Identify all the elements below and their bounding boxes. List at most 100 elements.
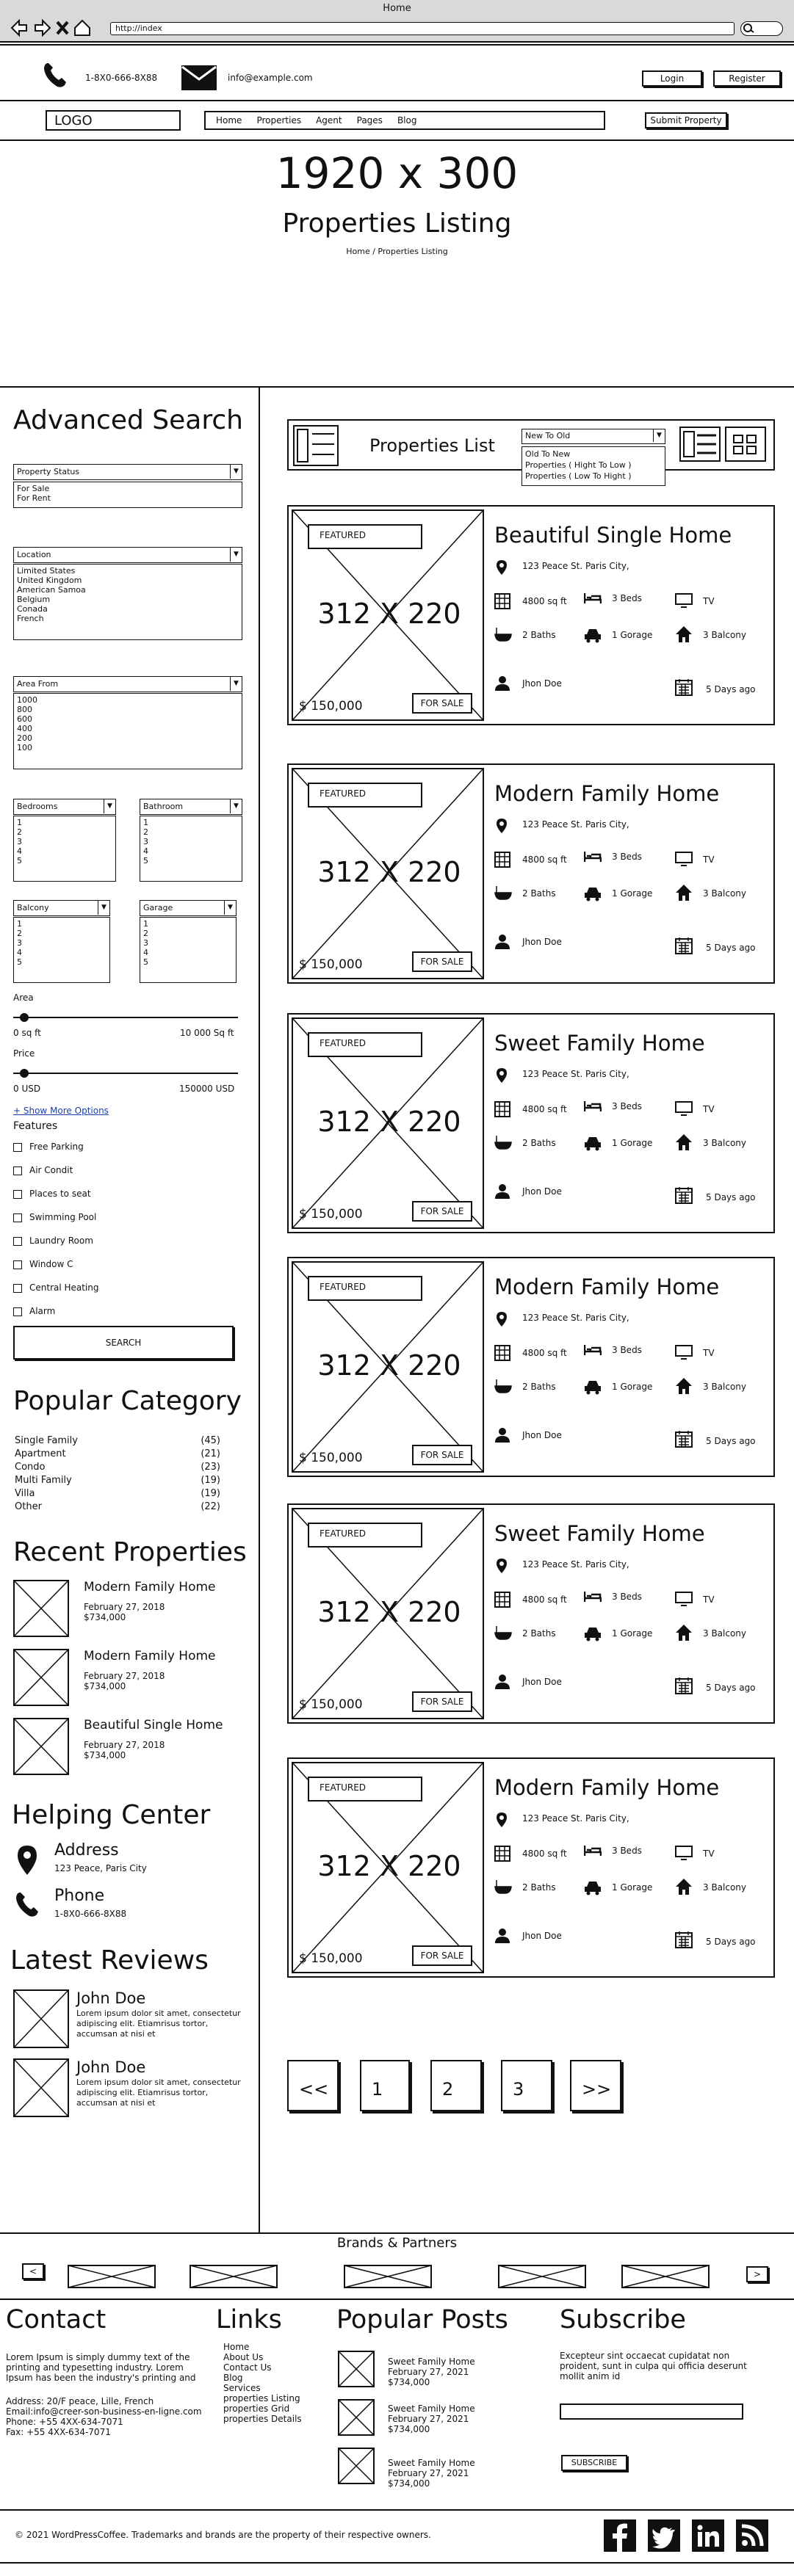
option[interactable]: 600 (17, 714, 239, 724)
footer-phone[interactable]: Phone: +55 4XX-634-7071 (6, 2417, 219, 2427)
brand-logo[interactable] (68, 2265, 156, 2288)
nav-item-home[interactable]: Home (216, 115, 242, 128)
option[interactable]: 5 (143, 856, 239, 866)
footer-link[interactable]: About Us (223, 2352, 302, 2362)
bathroom-select[interactable]: Bathroom ▼ (140, 799, 242, 815)
option[interactable]: United Kingdom (17, 576, 239, 585)
area-select[interactable]: Area From ▼ (13, 676, 242, 692)
recent-item-title[interactable]: Modern Family Home (84, 1580, 216, 1594)
option[interactable]: 1 (17, 919, 107, 929)
option[interactable]: 3 (17, 837, 112, 846)
pagination-page-2[interactable]: 2 (430, 2060, 482, 2111)
nav-item-agent[interactable]: Agent (316, 115, 342, 128)
category-item[interactable]: Condo (23) (15, 1461, 220, 1474)
footer-link[interactable]: properties Details (223, 2414, 302, 2424)
bedrooms-select[interactable]: Bedrooms ▼ (13, 799, 116, 815)
property-title[interactable]: Sweet Family Home (494, 1031, 705, 1056)
option[interactable]: For Rent (17, 493, 239, 503)
forward-icon[interactable] (35, 18, 51, 37)
property-image[interactable]: FEATURED 312 X 220 $ 150,000 FOR SALE (292, 1261, 484, 1473)
brands-prev-button[interactable]: < (22, 2263, 44, 2279)
option[interactable]: 400 (17, 724, 239, 733)
price-slider[interactable] (13, 1069, 238, 1078)
brands-next-button[interactable]: > (746, 2266, 768, 2282)
topbar-phone[interactable]: 1-8X0-666-8X88 (85, 73, 157, 83)
list-view-icon[interactable] (679, 427, 721, 462)
option[interactable]: 1000 (17, 695, 239, 705)
option[interactable]: 3 (143, 938, 233, 948)
footer-link[interactable]: Home (223, 2342, 302, 2352)
option[interactable]: 4 (143, 846, 239, 856)
balcony-select[interactable]: Balcony ▼ (13, 900, 110, 916)
footer-post-title[interactable]: Sweet Family Home (388, 2403, 475, 2414)
pagination-page-1[interactable]: 1 (360, 2060, 410, 2111)
pagination-prev[interactable]: << (287, 2060, 339, 2111)
option[interactable]: 100 (17, 743, 239, 752)
category-item[interactable]: Apartment (21) (15, 1448, 220, 1461)
option[interactable]: 3 (17, 938, 107, 948)
option[interactable]: Conada (17, 604, 239, 614)
feature-places-to-seat[interactable]: Places to seat (13, 1188, 234, 1211)
footer-post-title[interactable]: Sweet Family Home (388, 2357, 475, 2367)
property-image[interactable]: FEATURED 312 X 220 $ 150,000 FOR SALE (292, 1017, 484, 1229)
show-more-options-link[interactable]: + Show More Options (13, 1106, 109, 1116)
option[interactable]: 3 (143, 837, 239, 846)
garage-select[interactable]: Garage ▼ (140, 900, 237, 916)
option[interactable]: 5 (17, 856, 112, 866)
browser-search[interactable] (740, 21, 783, 36)
footer-link[interactable]: Contact Us (223, 2362, 302, 2373)
property-card[interactable]: FEATURED 312 X 220 $ 150,000 FOR SALE Mo… (287, 1257, 775, 1477)
brand-logo[interactable] (344, 2265, 432, 2288)
login-button[interactable]: Login (642, 70, 702, 87)
feature-central-heating[interactable]: Central Heating (13, 1282, 234, 1305)
checkbox[interactable] (13, 1166, 22, 1175)
category-item[interactable]: Villa (19) (15, 1487, 220, 1501)
option[interactable]: Belgium (17, 595, 239, 604)
linkedin-icon[interactable] (692, 2519, 724, 2552)
footer-post[interactable]: Sweet Family Home February 27, 2021 $734,0… (338, 2399, 529, 2448)
option[interactable]: For Sale (17, 484, 239, 493)
footer-link[interactable]: Services (223, 2383, 302, 2393)
property-card[interactable]: FEATURED 312 X 220 $ 150,000 FOR SALE Be… (287, 505, 775, 725)
sort-option[interactable]: Old To New (525, 449, 662, 460)
footer-link[interactable]: properties Grid (223, 2403, 302, 2414)
option[interactable]: 5 (143, 957, 233, 967)
sort-option[interactable]: Properties ( Low To Hight ) (525, 471, 662, 482)
option[interactable]: 800 (17, 705, 239, 714)
search-button[interactable]: SEARCH (13, 1326, 234, 1360)
checkbox[interactable] (13, 1236, 22, 1246)
nav-item-properties[interactable]: Properties (256, 115, 301, 128)
property-card[interactable]: FEATURED 312 X 220 $ 150,000 FOR SALE Sw… (287, 1013, 775, 1233)
brand-logo[interactable] (621, 2265, 710, 2288)
checkbox[interactable] (13, 1189, 22, 1199)
twitter-icon[interactable] (648, 2519, 680, 2552)
option[interactable]: American Samoa (17, 585, 239, 595)
sort-select[interactable]: New To Old ▼ (521, 429, 665, 444)
rss-icon[interactable] (736, 2519, 768, 2552)
checkbox[interactable] (13, 1142, 22, 1152)
property-card[interactable]: FEATURED 312 X 220 $ 150,000 FOR SALE Sw… (287, 1503, 775, 1724)
pagination-page-3[interactable]: 3 (501, 2060, 552, 2111)
logo[interactable]: LOGO (46, 110, 181, 131)
footer-email[interactable]: Email:info@creer-son-business-en-ligne.c… (6, 2406, 219, 2417)
pagination-next[interactable]: >> (570, 2060, 621, 2111)
back-icon[interactable] (10, 18, 27, 37)
property-card[interactable]: FEATURED 312 X 220 $ 150,000 FOR SALE Mo… (287, 763, 775, 984)
option[interactable]: 2 (17, 929, 107, 938)
category-item[interactable]: Multi Family (19) (15, 1474, 220, 1487)
feature-window-c[interactable]: Window C (13, 1258, 234, 1282)
property-agent[interactable]: Jhon Doe (522, 678, 562, 689)
property-image[interactable]: FEATURED 312 X 220 $ 150,000 FOR SALE (292, 509, 484, 721)
checkbox[interactable] (13, 1213, 22, 1222)
recent-item[interactable]: Modern Family Home February 27, 2018 $734,… (13, 1649, 248, 1706)
nav-item-pages[interactable]: Pages (357, 115, 383, 128)
property-card[interactable]: FEATURED 312 X 220 $ 150,000 FOR SALE Mo… (287, 1757, 775, 1978)
option[interactable]: 1 (17, 818, 112, 827)
footer-post-title[interactable]: Sweet Family Home (388, 2458, 475, 2468)
checkbox[interactable] (13, 1283, 22, 1293)
feature-laundry-room[interactable]: Laundry Room (13, 1235, 234, 1258)
property-agent[interactable]: Jhon Doe (522, 937, 562, 947)
option[interactable]: 5 (17, 957, 107, 967)
checkbox[interactable] (13, 1307, 22, 1316)
subscribe-email-input[interactable] (560, 2403, 743, 2420)
